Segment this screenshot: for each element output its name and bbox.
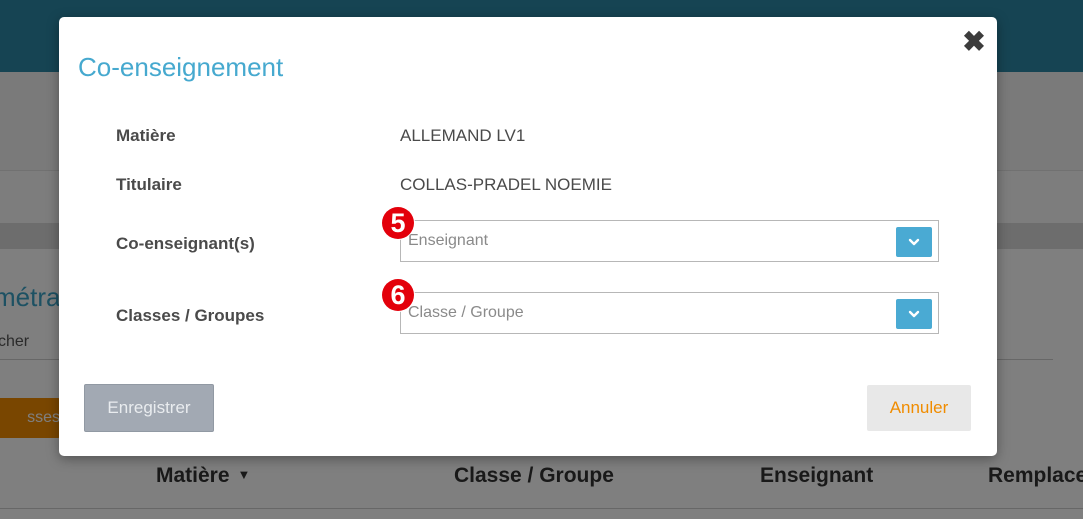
matiere-label: Matière [116, 126, 176, 145]
chevron-down-icon[interactable] [896, 299, 932, 329]
co-enseignement-dialog: Co-enseignement ✖ Matière ALLEMAND LV1 T… [59, 17, 997, 456]
classes-placeholder: Classe / Groupe [408, 304, 524, 321]
coenseignant-label: Co-enseignant(s) [116, 234, 255, 253]
save-button[interactable]: Enregistrer [84, 384, 214, 432]
matiere-value: ALLEMAND LV1 [400, 126, 526, 145]
close-icon[interactable]: ✖ [961, 28, 987, 56]
dialog-title: Co-enseignement [78, 52, 284, 82]
step-marker-6: 6 [382, 279, 414, 311]
chevron-down-icon[interactable] [896, 227, 932, 257]
coenseignant-select[interactable]: Enseignant [400, 220, 939, 262]
cancel-button[interactable]: Annuler [867, 385, 971, 431]
step-marker-5: 5 [382, 207, 414, 239]
classes-label: Classes / Groupes [116, 306, 265, 325]
classes-select[interactable]: Classe / Groupe [400, 292, 939, 334]
titulaire-value: COLLAS-PRADEL NOEMIE [400, 175, 612, 194]
coenseignant-placeholder: Enseignant [408, 232, 489, 249]
titulaire-label: Titulaire [116, 175, 182, 194]
